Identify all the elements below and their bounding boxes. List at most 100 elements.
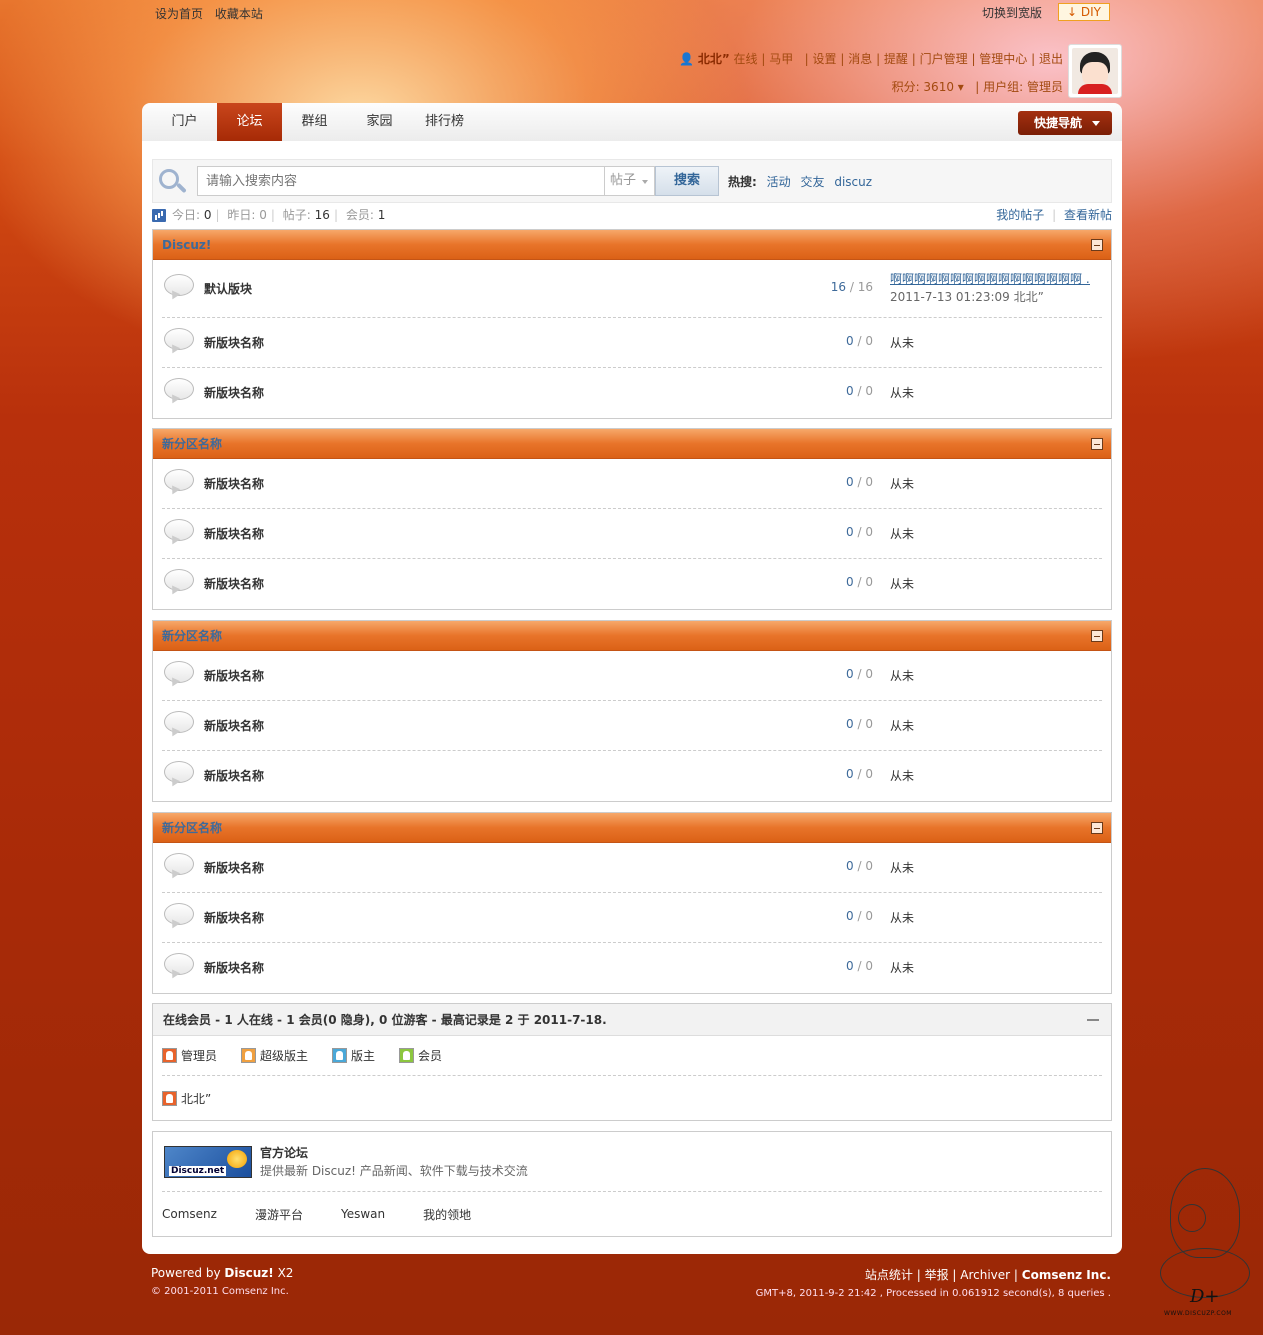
friend-link[interactable]: 我的领地 xyxy=(423,1206,471,1223)
hot-term-link[interactable]: 交友 xyxy=(800,175,824,189)
forum-name[interactable]: 新版块名称 xyxy=(204,959,264,976)
report-link[interactable]: 举报 xyxy=(925,1268,949,1282)
collapse-icon[interactable] xyxy=(1091,822,1103,834)
admin-center-link[interactable]: 管理中心 xyxy=(979,52,1027,66)
forum-name[interactable]: 新版块名称 xyxy=(204,334,264,351)
forum-row: 新版块名称 0 / 0 从未 xyxy=(162,843,1102,893)
category-title[interactable]: Discuz! xyxy=(162,238,211,252)
notice-link[interactable]: 提醒 xyxy=(884,52,908,66)
category-title[interactable]: 新分区名称 xyxy=(162,821,222,835)
forum-bubble-icon xyxy=(164,761,194,789)
chevron-down-icon xyxy=(642,180,648,184)
forum-bubble-icon xyxy=(164,853,194,881)
post-count: 0 xyxy=(865,384,873,398)
user-group-link[interactable]: 用户组: 管理员 xyxy=(983,80,1063,94)
last-post: 从未 xyxy=(890,386,915,400)
forum-name[interactable]: 新版块名称 xyxy=(204,525,264,542)
nav-item-forum[interactable]: 论坛 xyxy=(217,103,282,141)
last-post: 从未 xyxy=(890,527,915,541)
avatar-image xyxy=(1072,48,1118,94)
company-link[interactable]: Comsenz Inc. xyxy=(1022,1268,1111,1282)
category-title[interactable]: 新分区名称 xyxy=(162,629,222,643)
search-bar: 帖子 搜索 热搜: 活动 交友 discuz xyxy=(152,159,1112,203)
friend-link-desc: 提供最新 Discuz! 产品新闻、软件下载与技术交流 xyxy=(260,1164,528,1178)
credits-link[interactable]: 积分: 3610 xyxy=(892,80,954,94)
switch-wide-link[interactable]: 切换到宽版 xyxy=(982,4,1042,21)
nav-item-ranking[interactable]: 排行榜 xyxy=(412,103,477,141)
post-count: 0 xyxy=(865,859,873,873)
user-bar: 👤 北北” 在线 | 马甲 | 设置 | 消息 | 提醒 | 门户管理 | 管理… xyxy=(679,52,1063,94)
last-post-title[interactable]: 啊啊啊啊啊啊啊啊啊啊啊啊啊啊啊啊 ... xyxy=(890,270,1090,288)
admin-user-icon xyxy=(162,1048,177,1063)
forum-name[interactable]: 新版块名称 xyxy=(204,717,264,734)
collapse-icon[interactable] xyxy=(1087,1019,1099,1021)
friend-link[interactable]: Comsenz xyxy=(162,1207,217,1221)
friend-link[interactable]: Yeswan xyxy=(341,1207,385,1221)
forum-name[interactable]: 新版块名称 xyxy=(204,575,264,592)
quick-nav-button[interactable]: 快捷导航 xyxy=(1018,111,1112,135)
forum-row: 新版块名称 0 / 0 从未 xyxy=(162,943,1102,993)
forum-row: 默认版块 16 / 16 啊啊啊啊啊啊啊啊啊啊啊啊啊啊啊啊 ... 2011-7… xyxy=(162,260,1102,318)
collapse-icon[interactable] xyxy=(1091,438,1103,450)
discuz-link[interactable]: Discuz! xyxy=(224,1266,273,1280)
forum-count: 0 / 0 xyxy=(846,334,873,348)
forum-count: 0 / 0 xyxy=(846,525,873,539)
forum-stats: 今日: 0 | 昨日: 0 | 帖子: 16 | 会员: 1 我的帖子 | 查看新帖 xyxy=(152,205,1112,225)
nav-item-groups[interactable]: 群组 xyxy=(282,103,347,141)
legend-label: 管理员 xyxy=(181,1049,218,1063)
hot-search-label: 热搜: xyxy=(728,175,757,189)
forum-row: 新版块名称 0 / 0 从未 xyxy=(162,559,1102,609)
footer: Powered by Discuz! X2 © 2001-2011 Comsen… xyxy=(151,1266,1111,1299)
portal-admin-link[interactable]: 门户管理 xyxy=(920,52,968,66)
vest-link[interactable]: 马甲 xyxy=(769,52,793,66)
forum-name[interactable]: 新版块名称 xyxy=(204,859,264,876)
stat-today-value: 0 xyxy=(203,208,212,222)
forum-name[interactable]: 新版块名称 xyxy=(204,909,264,926)
collapse-icon[interactable] xyxy=(1091,239,1103,251)
logout-link[interactable]: 退出 xyxy=(1039,52,1063,66)
online-member-link[interactable]: 北北” xyxy=(181,1090,211,1107)
category-title[interactable]: 新分区名称 xyxy=(162,437,222,451)
my-posts-link[interactable]: 我的帖子 xyxy=(996,208,1044,222)
main-nav: 门户 论坛 群组 家园 排行榜 快捷导航 xyxy=(142,103,1122,141)
search-type-select[interactable]: 帖子 xyxy=(605,166,655,196)
username-link[interactable]: 北北” xyxy=(698,52,730,66)
friend-link-title[interactable]: 官方论坛 xyxy=(260,1144,308,1161)
legend-label: 超级版主 xyxy=(260,1049,309,1063)
hot-term-link[interactable]: 活动 xyxy=(767,175,791,189)
last-post: 从未 xyxy=(890,719,915,733)
online-status[interactable]: 在线 xyxy=(734,52,758,66)
site-stats-link[interactable]: 站点统计 xyxy=(865,1268,913,1282)
search-input[interactable] xyxy=(197,166,605,196)
search-button[interactable]: 搜索 xyxy=(655,166,719,196)
forum-row: 新版块名称 0 / 0 从未 xyxy=(162,318,1102,368)
avatar[interactable] xyxy=(1068,44,1122,98)
diy-button[interactable]: ↓ DIY xyxy=(1058,3,1110,21)
forum-name[interactable]: 新版块名称 xyxy=(204,667,264,684)
forum-name[interactable]: 新版块名称 xyxy=(204,475,264,492)
forum-name[interactable]: 默认版块 xyxy=(204,280,252,297)
set-home-link[interactable]: 设为首页 xyxy=(155,7,203,21)
messages-link[interactable]: 消息 xyxy=(848,52,872,66)
search-icon xyxy=(159,169,189,195)
online-members-panel: 在线会员 - 1 人在线 - 1 会员(0 隐身), 0 位游客 - 最高记录是… xyxy=(152,1003,1112,1121)
friend-link[interactable]: 漫游平台 xyxy=(255,1206,303,1223)
archiver-link[interactable]: Archiver xyxy=(960,1268,1010,1282)
thread-count: 0 xyxy=(846,859,854,873)
discuz-logo[interactable]: Discuz.net xyxy=(164,1146,252,1178)
settings-link[interactable]: 设置 xyxy=(813,52,837,66)
nav-item-home[interactable]: 家园 xyxy=(347,103,412,141)
bookmark-link[interactable]: 收藏本站 xyxy=(215,7,263,21)
forum-name[interactable]: 新版块名称 xyxy=(204,384,264,401)
main-content: 帖子 搜索 热搜: 活动 交友 discuz 今日: 0| 昨日: 0| 帖子:… xyxy=(142,141,1122,1254)
collapse-icon[interactable] xyxy=(1091,630,1103,642)
thread-count: 0 xyxy=(846,717,854,731)
forum-name[interactable]: 新版块名称 xyxy=(204,767,264,784)
thread-count: 0 xyxy=(846,909,854,923)
powered-by-label: Powered by xyxy=(151,1266,221,1280)
forum-count: 0 / 0 xyxy=(846,575,873,589)
new-posts-link[interactable]: 查看新帖 xyxy=(1064,208,1112,222)
post-count: 0 xyxy=(865,525,873,539)
nav-item-portal[interactable]: 门户 xyxy=(152,103,217,141)
hot-term-link[interactable]: discuz xyxy=(834,175,872,189)
